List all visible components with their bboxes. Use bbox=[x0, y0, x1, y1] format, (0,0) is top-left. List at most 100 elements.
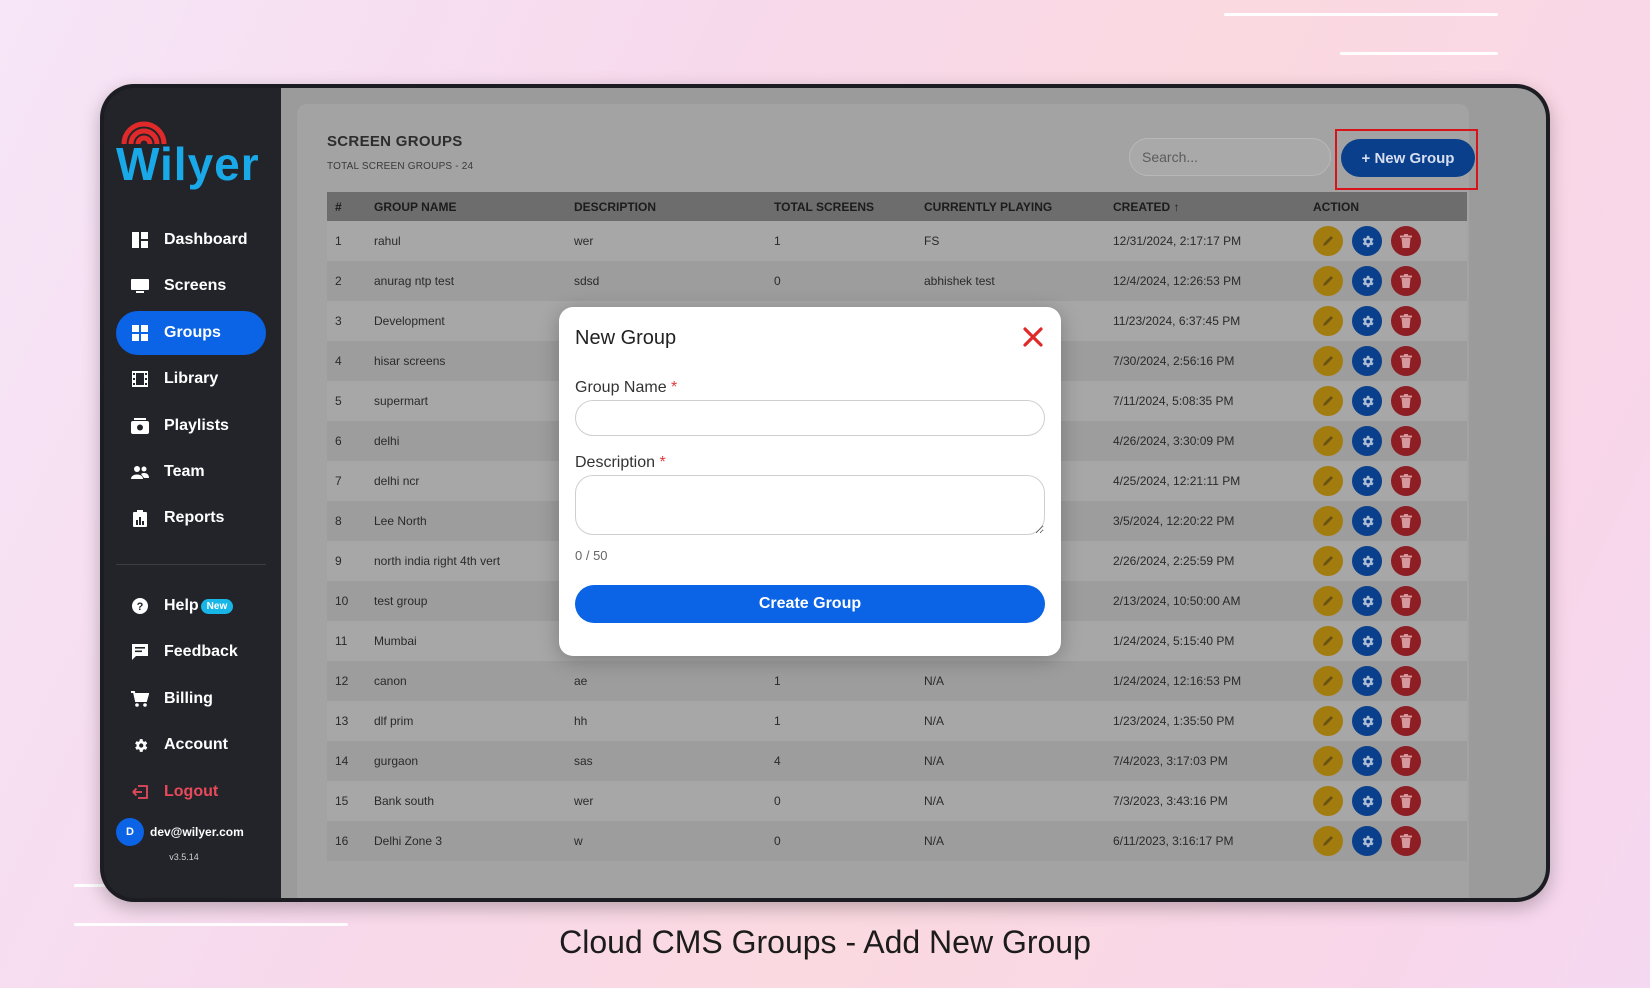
gear-icon bbox=[1362, 715, 1373, 727]
group-name-cell: anurag ntp test bbox=[374, 274, 455, 288]
row-actions bbox=[1313, 626, 1421, 656]
created-cell: 4/25/2024, 12:21:11 PM bbox=[1113, 474, 1241, 488]
edit-button[interactable] bbox=[1313, 346, 1343, 376]
delete-button[interactable] bbox=[1391, 746, 1421, 776]
row-actions bbox=[1313, 786, 1421, 816]
delete-button[interactable] bbox=[1391, 226, 1421, 256]
sidebar-item-label: Playlists bbox=[164, 416, 229, 434]
row-actions bbox=[1313, 826, 1421, 856]
trash-icon bbox=[1400, 394, 1412, 408]
settings-button[interactable] bbox=[1352, 826, 1382, 856]
settings-button[interactable] bbox=[1352, 426, 1382, 456]
currently-playing-cell: N/A bbox=[924, 834, 945, 848]
sidebar-item-team[interactable]: Team bbox=[116, 450, 266, 494]
delete-button[interactable] bbox=[1391, 426, 1421, 456]
delete-button[interactable] bbox=[1391, 586, 1421, 616]
pencil-icon bbox=[1323, 436, 1333, 446]
delete-button[interactable] bbox=[1391, 306, 1421, 336]
svg-text:?: ? bbox=[137, 601, 144, 613]
sidebar-item-groups[interactable]: Groups bbox=[116, 310, 266, 355]
created-cell: 3/5/2024, 12:20:22 PM bbox=[1113, 514, 1235, 528]
wilyer-logo[interactable]: Wilyer bbox=[116, 110, 268, 190]
settings-button[interactable] bbox=[1352, 266, 1382, 296]
sidebar-item-library[interactable]: Library bbox=[116, 357, 266, 401]
trash-icon bbox=[1400, 754, 1412, 768]
row-index: 14 bbox=[335, 754, 349, 768]
currently-playing-cell: N/A bbox=[924, 674, 945, 688]
currently-playing-cell: abhishek test bbox=[924, 274, 995, 288]
close-icon[interactable] bbox=[1021, 325, 1045, 349]
settings-button[interactable] bbox=[1352, 786, 1382, 816]
description-textarea[interactable] bbox=[575, 475, 1045, 535]
new-group-button[interactable]: + New Group bbox=[1341, 139, 1475, 177]
sidebar-item-logout[interactable]: Logout bbox=[116, 770, 266, 814]
edit-button[interactable] bbox=[1313, 226, 1343, 256]
settings-button[interactable] bbox=[1352, 226, 1382, 256]
gear-icon bbox=[1362, 315, 1373, 327]
group-name-input[interactable] bbox=[575, 400, 1045, 436]
edit-button[interactable] bbox=[1313, 386, 1343, 416]
sidebar-item-screens[interactable]: Screens bbox=[116, 264, 266, 308]
trash-icon bbox=[1400, 634, 1412, 648]
delete-button[interactable] bbox=[1391, 346, 1421, 376]
edit-button[interactable] bbox=[1313, 506, 1343, 536]
sidebar-secondary-nav: ? Help New Feedback Billing Account Logo… bbox=[116, 584, 266, 816]
gear-icon bbox=[1362, 235, 1373, 247]
settings-button[interactable] bbox=[1352, 546, 1382, 576]
sidebar-item-reports[interactable]: Reports bbox=[116, 496, 266, 540]
delete-button[interactable] bbox=[1391, 266, 1421, 296]
trash-icon bbox=[1400, 554, 1412, 568]
edit-button[interactable] bbox=[1313, 746, 1343, 776]
edit-button[interactable] bbox=[1313, 466, 1343, 496]
edit-button[interactable] bbox=[1313, 786, 1343, 816]
sidebar-item-account[interactable]: Account bbox=[116, 723, 266, 767]
edit-button[interactable] bbox=[1313, 706, 1343, 736]
delete-button[interactable] bbox=[1391, 506, 1421, 536]
table-row: 15 Bank south wer 0 N/A 7/3/2023, 3:43:16 PM bbox=[327, 781, 1467, 821]
settings-button[interactable] bbox=[1352, 506, 1382, 536]
delete-button[interactable] bbox=[1391, 826, 1421, 856]
settings-button[interactable] bbox=[1352, 666, 1382, 696]
settings-button[interactable] bbox=[1352, 466, 1382, 496]
modal-title: New Group bbox=[575, 327, 677, 349]
edit-button[interactable] bbox=[1313, 666, 1343, 696]
search-input[interactable] bbox=[1129, 138, 1331, 176]
sidebar-item-billing[interactable]: Billing bbox=[116, 677, 266, 721]
settings-button[interactable] bbox=[1352, 626, 1382, 656]
row-index: 16 bbox=[335, 834, 349, 848]
sidebar-item-feedback[interactable]: Feedback bbox=[116, 630, 266, 674]
row-actions bbox=[1313, 706, 1421, 736]
edit-button[interactable] bbox=[1313, 266, 1343, 296]
sidebar-item-dashboard[interactable]: Dashboard bbox=[116, 218, 266, 262]
settings-button[interactable] bbox=[1352, 306, 1382, 336]
edit-button[interactable] bbox=[1313, 546, 1343, 576]
delete-button[interactable] bbox=[1391, 626, 1421, 656]
monitor-icon bbox=[130, 276, 150, 296]
column-header[interactable]: GROUP NAME bbox=[374, 200, 456, 214]
delete-button[interactable] bbox=[1391, 706, 1421, 736]
edit-button[interactable] bbox=[1313, 426, 1343, 456]
edit-button[interactable] bbox=[1313, 306, 1343, 336]
delete-button[interactable] bbox=[1391, 666, 1421, 696]
edit-button[interactable] bbox=[1313, 826, 1343, 856]
settings-button[interactable] bbox=[1352, 706, 1382, 736]
settings-button[interactable] bbox=[1352, 746, 1382, 776]
settings-button[interactable] bbox=[1352, 386, 1382, 416]
settings-button[interactable] bbox=[1352, 346, 1382, 376]
user-profile[interactable]: D dev@wilyer.com bbox=[116, 818, 244, 846]
column-header: ACTION bbox=[1313, 199, 1359, 214]
create-group-button[interactable]: Create Group bbox=[575, 585, 1045, 623]
delete-button[interactable] bbox=[1391, 786, 1421, 816]
column-header-sortable[interactable]: CREATED ↑ bbox=[1113, 200, 1179, 214]
gear-icon bbox=[1362, 515, 1373, 527]
delete-button[interactable] bbox=[1391, 546, 1421, 576]
delete-button[interactable] bbox=[1391, 466, 1421, 496]
settings-button[interactable] bbox=[1352, 586, 1382, 616]
sidebar-item-playlists[interactable]: Playlists bbox=[116, 404, 266, 448]
edit-button[interactable] bbox=[1313, 626, 1343, 656]
edit-button[interactable] bbox=[1313, 586, 1343, 616]
column-header: TOTAL SCREENS bbox=[774, 199, 875, 214]
pencil-icon bbox=[1323, 316, 1333, 326]
delete-button[interactable] bbox=[1391, 386, 1421, 416]
sidebar-item-help[interactable]: ? Help New bbox=[116, 584, 266, 628]
